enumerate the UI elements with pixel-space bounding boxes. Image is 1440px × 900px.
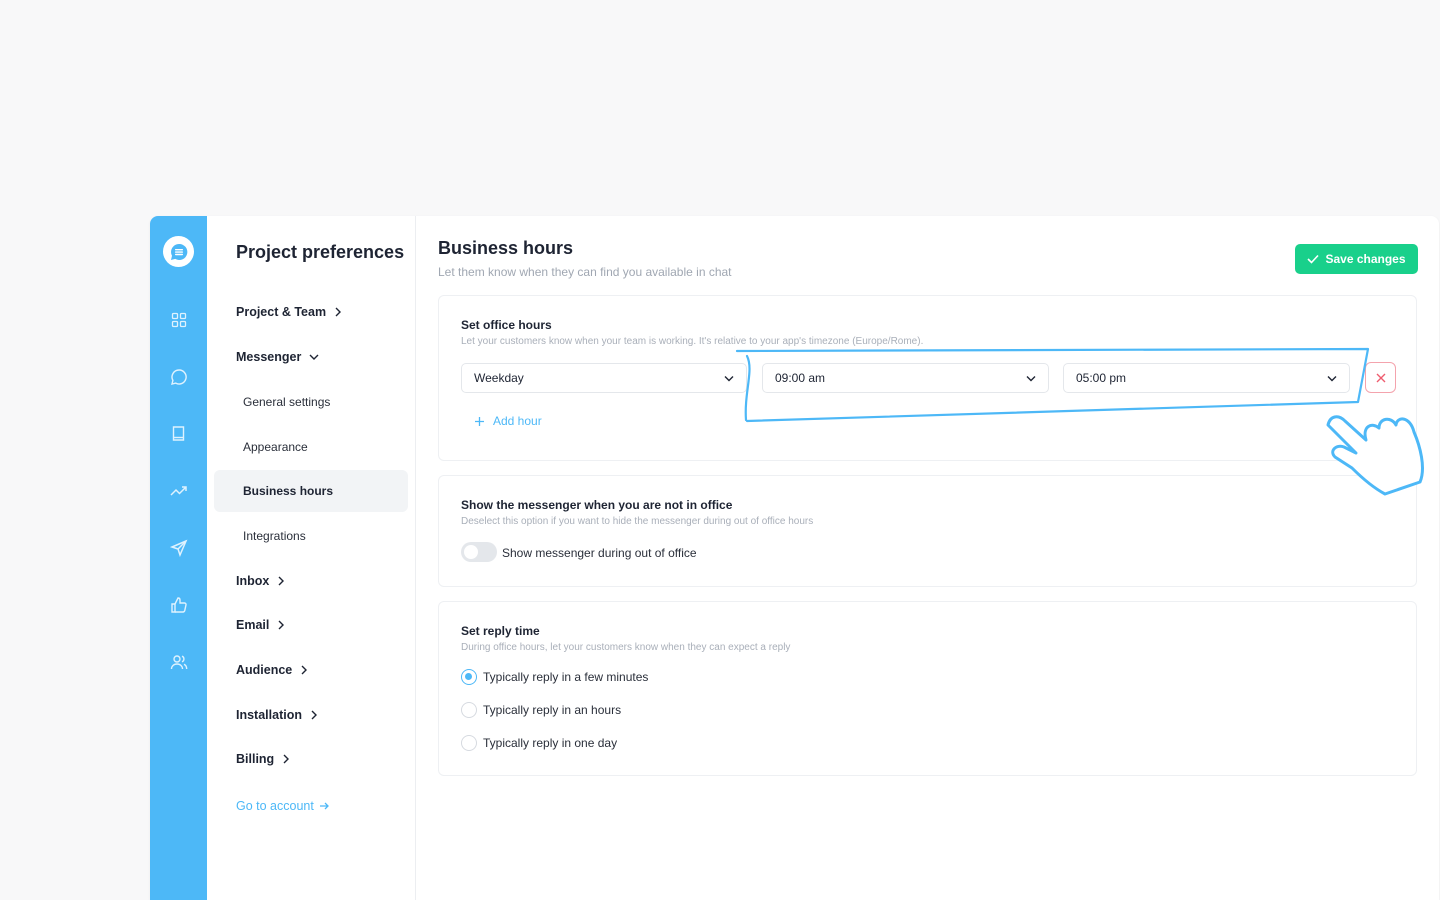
- chevron-right-icon: [283, 754, 290, 764]
- nav-item-label: Project & Team: [236, 305, 327, 319]
- add-hour-label: Add hour: [493, 414, 542, 428]
- plus-icon: [475, 416, 484, 426]
- nav-item-billing[interactable]: Billing: [236, 752, 290, 766]
- nav-item-installation[interactable]: Installation: [236, 708, 318, 722]
- go-to-account-label: Go to account: [236, 799, 314, 813]
- reply-option-label: Typically reply in an hours: [483, 703, 622, 717]
- out-of-office-toggle-label: Show messenger during out of office: [502, 546, 697, 560]
- office-hours-description: Let your customers know when your team i…: [461, 336, 924, 347]
- nav-sub-appearance[interactable]: Appearance: [243, 440, 308, 454]
- settings-nav: Project preferences Project & Team Messe…: [207, 216, 416, 900]
- nav-item-inbox[interactable]: Inbox: [236, 574, 285, 588]
- check-icon: [1307, 254, 1320, 264]
- chevron-down-icon: [1026, 375, 1036, 381]
- knowledge-base-icon[interactable]: [168, 423, 190, 445]
- page-subtitle: Let them know when they can find you ava…: [438, 265, 732, 279]
- reports-icon[interactable]: [168, 480, 190, 502]
- nav-item-label: Messenger: [236, 350, 302, 364]
- out-of-office-description: Deselect this option if you want to hide…: [461, 516, 814, 527]
- dashboard-icon[interactable]: [168, 309, 190, 331]
- nav-sub-business-hours[interactable]: Business hours: [243, 484, 333, 498]
- nav-item-messenger[interactable]: Messenger: [236, 350, 319, 364]
- app-window: Project preferences Project & Team Messe…: [150, 216, 1439, 900]
- nav-item-label: Audience: [236, 663, 293, 677]
- reply-option-minutes[interactable]: Typically reply in a few minutes: [461, 669, 648, 685]
- nav-item-label: Inbox: [236, 574, 270, 588]
- out-of-office-toggle[interactable]: [461, 542, 497, 562]
- icon-rail: [150, 216, 207, 900]
- chevron-down-icon: [309, 354, 319, 360]
- start-time-select[interactable]: 09:00 am: [762, 363, 1049, 393]
- nav-item-audience[interactable]: Audience: [236, 663, 308, 677]
- start-time-value: 09:00 am: [775, 371, 826, 385]
- save-changes-button[interactable]: Save changes: [1295, 244, 1418, 274]
- feedback-icon[interactable]: [168, 594, 190, 616]
- save-changes-label: Save changes: [1325, 252, 1406, 266]
- chevron-right-icon: [301, 665, 308, 675]
- nav-title: Project preferences: [236, 242, 405, 262]
- end-time-select[interactable]: 05:00 pm: [1063, 363, 1350, 393]
- office-hours-title: Set office hours: [461, 318, 552, 332]
- radio-unchecked[interactable]: [461, 702, 477, 718]
- nav-item-email[interactable]: Email: [236, 618, 285, 632]
- nav-item-label: Installation: [236, 708, 302, 722]
- arrow-right-icon: [319, 802, 329, 810]
- campaigns-icon[interactable]: [168, 537, 190, 559]
- conversations-icon[interactable]: [168, 366, 190, 388]
- nav-item-project-team[interactable]: Project & Team: [236, 305, 342, 319]
- chevron-right-icon: [335, 307, 342, 317]
- page-title: Business hours: [438, 238, 574, 258]
- close-icon: [1376, 373, 1385, 382]
- nav-item-label: Email: [236, 618, 270, 632]
- go-to-account-link[interactable]: Go to account: [236, 799, 330, 813]
- reply-option-day[interactable]: Typically reply in one day: [461, 735, 617, 751]
- chevron-right-icon: [278, 576, 285, 586]
- chevron-down-icon: [724, 375, 734, 381]
- day-select[interactable]: Weekday: [461, 363, 747, 393]
- reply-time-card: Set reply time During office hours, let …: [438, 601, 1417, 776]
- end-time-value: 05:00 pm: [1076, 371, 1127, 385]
- radio-unchecked[interactable]: [461, 735, 477, 751]
- radio-checked[interactable]: [461, 669, 477, 685]
- chevron-down-icon: [1327, 375, 1337, 381]
- chat-logo-icon[interactable]: [163, 236, 194, 267]
- chevron-right-icon: [278, 620, 285, 630]
- add-hour-button[interactable]: Add hour: [474, 414, 542, 428]
- day-select-value: Weekday: [474, 371, 524, 385]
- nav-sub-general-settings[interactable]: General settings: [243, 395, 330, 409]
- nav-item-label: Billing: [236, 752, 275, 766]
- nav-sub-integrations[interactable]: Integrations: [243, 529, 306, 543]
- out-of-office-card: Show the messenger when you are not in o…: [438, 475, 1417, 587]
- chevron-right-icon: [311, 710, 317, 720]
- contacts-icon[interactable]: [168, 651, 190, 673]
- reply-time-description: During office hours, let your customers …: [461, 642, 791, 653]
- reply-option-hours[interactable]: Typically reply in an hours: [461, 702, 621, 718]
- reply-option-label: Typically reply in a few minutes: [483, 670, 649, 684]
- reply-time-title: Set reply time: [461, 624, 540, 638]
- out-of-office-title: Show the messenger when you are not in o…: [461, 498, 733, 512]
- remove-hour-button[interactable]: [1365, 362, 1396, 393]
- reply-option-label: Typically reply in one day: [483, 736, 618, 750]
- main-content: Business hours Let them know when they c…: [416, 216, 1439, 900]
